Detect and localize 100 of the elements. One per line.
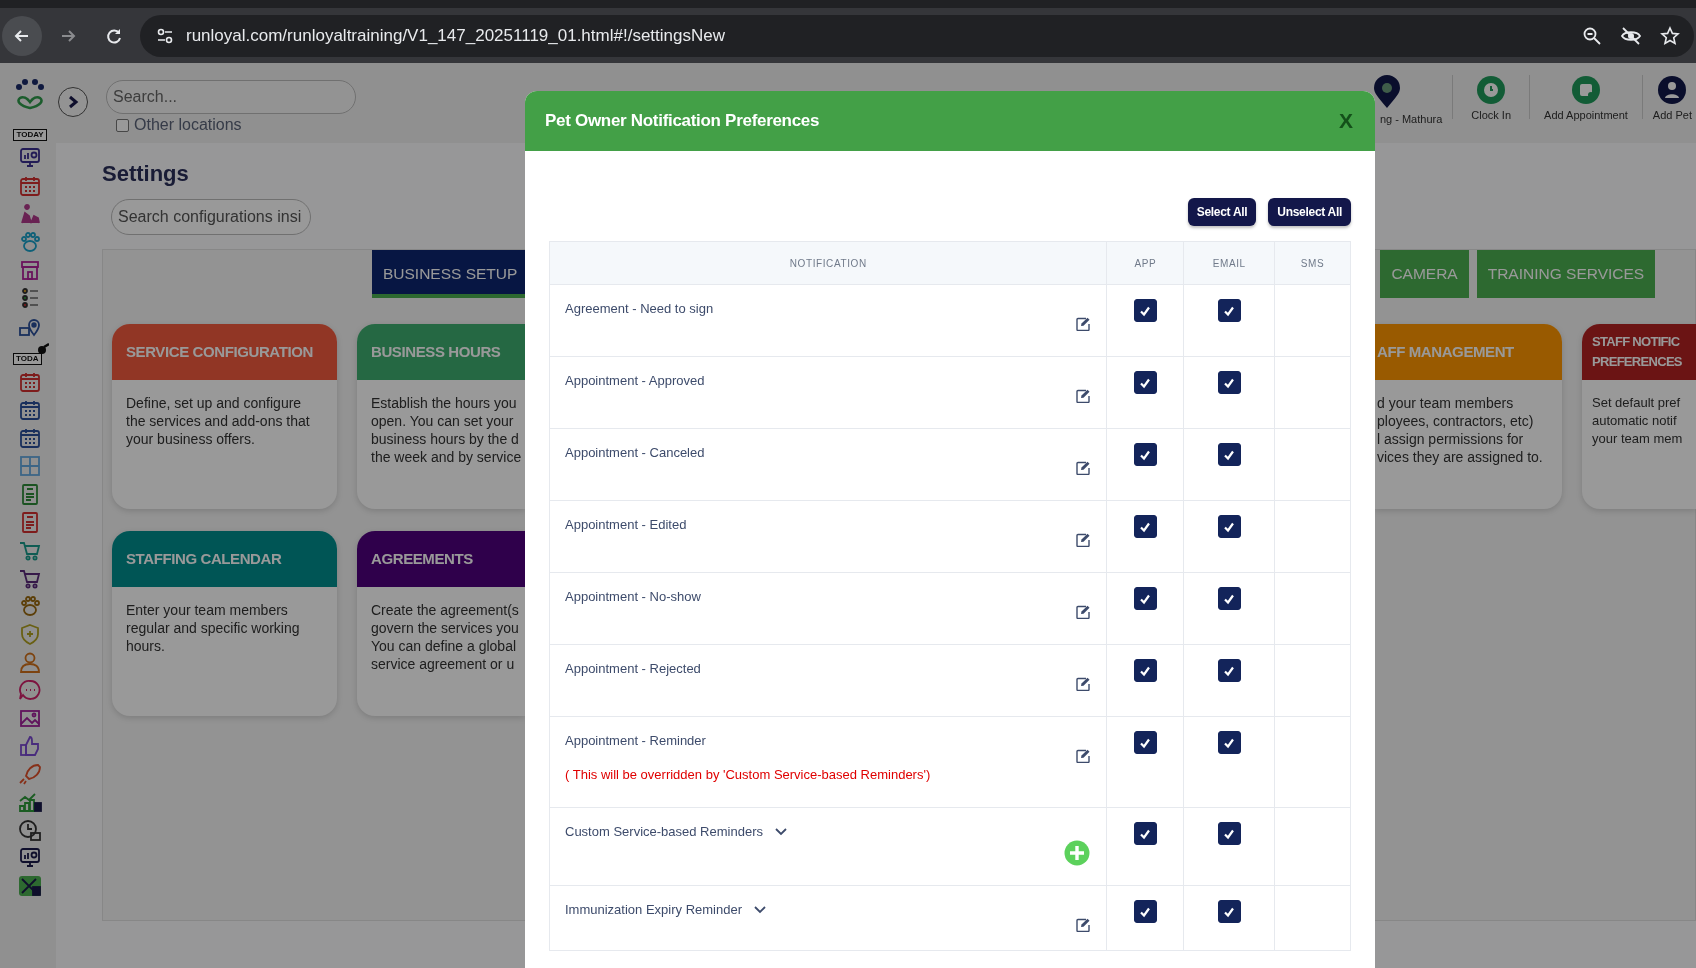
edit-icon[interactable]	[1076, 677, 1091, 691]
app-checkbox[interactable]	[1133, 659, 1157, 682]
star-icon[interactable]	[1660, 25, 1680, 46]
configuration-search-field[interactable]: Search configurations insi	[111, 199, 311, 235]
column-header: SMS	[1274, 241, 1351, 285]
checkmark-icon	[1139, 736, 1152, 749]
user-icon	[1657, 75, 1688, 105]
notification-name: Appointment - Rejected	[565, 661, 701, 676]
email-checkbox[interactable]	[1217, 371, 1241, 394]
paw-icon[interactable]	[18, 595, 42, 617]
chat-icon[interactable]	[18, 679, 42, 701]
card-description: Enter your team members regular and specific working hours.	[125, 601, 301, 655]
app-checkbox[interactable]	[1133, 299, 1157, 322]
app-checkbox[interactable]	[1133, 587, 1157, 610]
notification-name: Appointment - Reminder	[565, 733, 706, 748]
checkmark-icon	[1223, 520, 1236, 533]
settings-card[interactable]: STAFF NOTIFIC PREFERENCES Set default pref automatic notif your team mem	[1582, 324, 1696, 509]
user-icon[interactable]	[18, 651, 42, 673]
clock-icon[interactable]	[18, 819, 42, 841]
unselect-all-button[interactable]: Unselect All	[1268, 198, 1351, 226]
card-description: Create the agreement(s govern the services you You can define a global service agreement or u	[370, 601, 520, 673]
email-checkbox[interactable]	[1217, 443, 1241, 466]
checkmark-icon	[1223, 736, 1236, 749]
cart-icon[interactable]	[18, 567, 42, 589]
toolbar-button[interactable]: Add Appointment	[1530, 75, 1642, 121]
zoom-icon[interactable]	[1582, 25, 1602, 46]
chart-lock-icon[interactable]	[18, 791, 42, 813]
edit-icon[interactable]	[1076, 749, 1091, 763]
thumbs-up-icon[interactable]	[18, 735, 42, 757]
toolbar-button[interactable]: Add Pet	[1642, 75, 1696, 121]
email-checkbox[interactable]	[1217, 515, 1241, 538]
edit-icon[interactable]	[1076, 605, 1091, 619]
email-checkbox[interactable]	[1217, 731, 1241, 754]
email-checkbox[interactable]	[1217, 299, 1241, 322]
calendar-icon[interactable]	[18, 371, 42, 393]
chevron-down-icon[interactable]	[754, 905, 766, 914]
calendar-icon[interactable]	[18, 175, 42, 197]
calendar-icon[interactable]	[18, 399, 42, 421]
email-checkbox[interactable]	[1217, 587, 1241, 610]
back-button[interactable]	[2, 15, 42, 56]
checkmark-icon	[1139, 592, 1152, 605]
store-icon[interactable]	[18, 259, 42, 281]
select-all-button[interactable]: Select All	[1187, 198, 1257, 226]
chevron-down-icon[interactable]	[774, 827, 787, 836]
edit-icon[interactable]	[1076, 461, 1091, 475]
app-checkbox[interactable]	[1133, 515, 1157, 538]
settings-card[interactable]: BUSINESS HOURS Establish the hours you open. You can set your business hours by the d the week and by service	[357, 324, 525, 509]
expand-sidebar-button[interactable]	[58, 87, 88, 117]
other-locations-label: Other locations	[134, 116, 242, 134]
monitor-icon[interactable]	[18, 147, 42, 169]
card-title: SERVICE CONFIGURATION	[112, 324, 337, 380]
address-bar[interactable]: runloyal.com/runloyaltraining/V1_147_20251119_01.html#!/settingsNew	[140, 14, 1694, 57]
location-selector[interactable]: ng - Mathura	[1372, 75, 1453, 125]
image-icon[interactable]	[18, 707, 42, 729]
card-description: Establish the hours you open. You can set your business hours by the d the week and by service	[370, 394, 523, 466]
app-checkbox[interactable]	[1133, 443, 1157, 466]
notification-name: Immunization Expiry Reminder	[565, 902, 742, 917]
edit-icon[interactable]	[1076, 533, 1091, 547]
edit-icon[interactable]	[1076, 389, 1091, 403]
settings-card[interactable]: AFF MANAGEMENT d your team members ployees, contractors, etc) l assign permissions for vices they are assigned to.	[1375, 324, 1562, 509]
card-title: STAFFING CALENDAR	[112, 531, 337, 587]
checkmark-icon	[1139, 448, 1152, 461]
app-checkbox[interactable]	[1133, 371, 1157, 394]
cart-icon[interactable]	[18, 539, 42, 561]
chevron-right-icon	[67, 95, 79, 109]
site-settings-icon[interactable]	[156, 26, 174, 45]
card-title: STAFF NOTIFIC PREFERENCES	[1582, 324, 1696, 380]
column-header: NOTIFICATION	[549, 241, 1107, 285]
checkmark-icon	[1223, 448, 1236, 461]
notification-name: Appointment - Edited	[565, 517, 687, 532]
email-checkbox[interactable]	[1217, 822, 1241, 845]
edit-icon[interactable]	[1076, 317, 1091, 331]
checkmark-icon	[1223, 376, 1236, 389]
checkmark-icon	[1139, 905, 1152, 918]
notification-name: Appointment - No-show	[565, 589, 701, 604]
card-title: BUSINESS HOURS	[357, 324, 525, 380]
other-locations-checkbox[interactable]	[116, 118, 129, 132]
settings-card[interactable]: AGREEMENTS Create the agreement(s govern the services you You can define a global service agreement or u	[357, 531, 525, 716]
settings-card[interactable]: STAFFING CALENDAR Enter your team members regular and specific working hours.	[112, 531, 337, 716]
checkmark-icon	[1223, 905, 1236, 918]
email-checkbox[interactable]	[1217, 659, 1241, 682]
app-checkbox[interactable]	[1133, 822, 1157, 845]
card-title: AGREEMENTS	[357, 531, 525, 587]
notification-name: Appointment - Canceled	[565, 445, 705, 460]
eye-off-icon[interactable]	[1620, 25, 1642, 46]
app-checkbox[interactable]	[1133, 900, 1157, 923]
app-checkbox[interactable]	[1133, 731, 1157, 754]
calendar-icon[interactable]	[18, 427, 42, 449]
checkmark-icon	[1139, 664, 1152, 677]
checkmark-icon	[1139, 376, 1152, 389]
toolbar-button[interactable]: Clock In	[1453, 75, 1530, 121]
card-title: AFF MANAGEMENT	[1375, 324, 1562, 380]
email-checkbox[interactable]	[1217, 900, 1241, 923]
card-description: Define, set up and configure the services and add-ons that your business offers.	[125, 394, 311, 448]
checkmark-icon	[1139, 304, 1152, 317]
today-icon[interactable]: TODAY	[13, 129, 47, 141]
page-title: Settings	[102, 161, 190, 187]
edit-icon[interactable]	[1076, 918, 1091, 932]
search-field[interactable]: Search...	[106, 80, 356, 114]
settings-card[interactable]: SERVICE CONFIGURATION Define, set up and configure the services and add-ons that your business offers.	[112, 324, 337, 509]
